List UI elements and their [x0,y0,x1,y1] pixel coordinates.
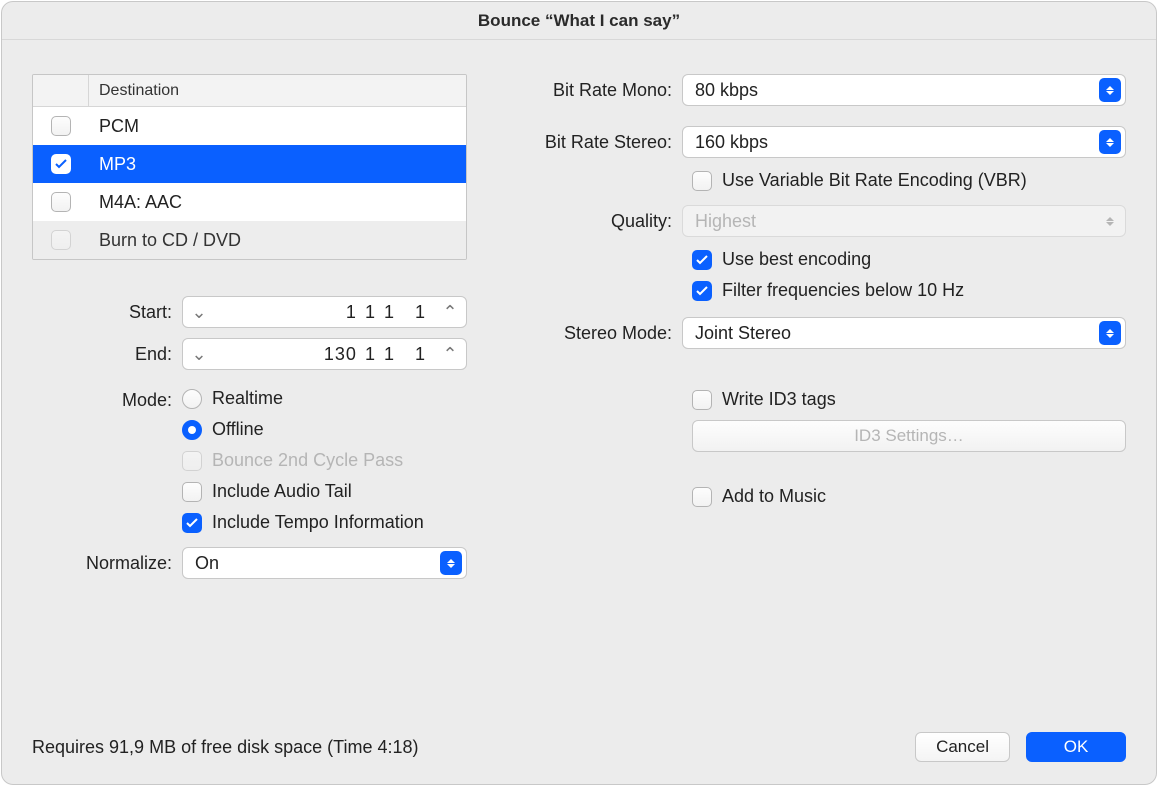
normalize-value: On [195,553,440,574]
destination-row-pcm[interactable]: PCM [33,107,466,145]
stereo-mode-value: Joint Stereo [695,323,1099,344]
mode-realtime-label: Realtime [212,388,283,409]
end-stepper[interactable]: ⌄ 13011 1 ⌃ [182,338,467,370]
include-audio-tail-label: Include Audio Tail [212,481,352,502]
vbr-check[interactable]: Use Variable Bit Rate Encoding (VBR) [692,170,1126,191]
check-add-to-music[interactable] [692,487,712,507]
bitrate-stereo-select[interactable]: 160 kbps [682,126,1126,158]
bounce-dialog: Bounce “What I can say” Destination PCM … [1,1,1157,785]
bitrate-mono-label: Bit Rate Mono: [507,80,682,101]
best-encoding-check[interactable]: Use best encoding [692,249,1126,270]
mode-offline[interactable]: Offline [182,419,424,440]
chevron-down-icon[interactable]: ⌄ [189,344,209,365]
end-label: End: [32,344,182,365]
stereo-mode-row: Stereo Mode: Joint Stereo [507,317,1126,349]
disk-space-status: Requires 91,9 MB of free disk space (Tim… [32,737,419,758]
left-column: Destination PCM MP3 M4A: AAC Burn to CD … [32,74,467,694]
check-vbr[interactable] [692,171,712,191]
chevron-down-icon[interactable]: ⌄ [189,302,209,323]
stereo-mode-label: Stereo Mode: [507,323,682,344]
write-id3-label: Write ID3 tags [722,389,836,410]
normalize-row: Normalize: On [32,547,467,579]
radio-offline[interactable] [182,420,202,440]
destination-check-m4a[interactable] [51,192,71,212]
chevron-up-icon[interactable]: ⌃ [440,302,460,323]
destination-row-mp3[interactable]: MP3 [33,145,466,183]
check-best-encoding[interactable] [692,250,712,270]
id3-settings-label: ID3 Settings… [854,426,964,446]
destination-header-label: Destination [89,82,179,100]
mode-label: Mode: [32,388,182,411]
destination-check-burn [51,230,71,250]
bounce-2nd-pass: Bounce 2nd Cycle Pass [182,450,424,471]
bitrate-mono-row: Bit Rate Mono: 80 kbps [507,74,1126,106]
destination-label-m4a: M4A: AAC [89,192,182,213]
start-row: Start: ⌄ 111 1 ⌃ [32,296,467,328]
add-to-music-label: Add to Music [722,486,826,507]
start-label: Start: [32,302,182,323]
dialog-footer: Requires 91,9 MB of free disk space (Tim… [2,714,1156,784]
destination-label-mp3: MP3 [89,154,136,175]
mode-row: Mode: Realtime Offline Bounc [32,388,467,533]
destination-row-burn: Burn to CD / DVD [33,221,466,259]
right-column: Bit Rate Mono: 80 kbps Bit Rate Stereo: … [507,74,1126,694]
write-id3-check[interactable]: Write ID3 tags [692,389,1126,410]
destination-header: Destination [33,75,466,107]
check-2nd-pass [182,451,202,471]
updown-icon[interactable] [1099,321,1121,345]
include-audio-tail[interactable]: Include Audio Tail [182,481,424,502]
filter-10hz-check[interactable]: Filter frequencies below 10 Hz [692,280,1126,301]
normalize-select[interactable]: On [182,547,467,579]
bitrate-mono-value: 80 kbps [695,80,1099,101]
bitrate-mono-select[interactable]: 80 kbps [682,74,1126,106]
quality-select: Highest [682,205,1126,237]
updown-icon[interactable] [1099,130,1121,154]
cancel-button[interactable]: Cancel [915,732,1010,762]
end-value[interactable]: 13011 1 [209,344,440,365]
mode-realtime[interactable]: Realtime [182,388,424,409]
updown-icon[interactable] [440,551,462,575]
mode-offline-label: Offline [212,419,264,440]
start-stepper[interactable]: ⌄ 111 1 ⌃ [182,296,467,328]
bounce-2nd-pass-label: Bounce 2nd Cycle Pass [212,450,403,471]
quality-value: Highest [695,211,1099,232]
bitrate-stereo-row: Bit Rate Stereo: 160 kbps [507,126,1126,158]
dialog-content: Destination PCM MP3 M4A: AAC Burn to CD … [2,40,1156,714]
destination-label-pcm: PCM [89,116,139,137]
filter-10hz-label: Filter frequencies below 10 Hz [722,280,964,301]
add-to-music-check[interactable]: Add to Music [692,486,1126,507]
stereo-mode-select[interactable]: Joint Stereo [682,317,1126,349]
id3-settings-button: ID3 Settings… [692,420,1126,452]
quality-row: Quality: Highest [507,205,1126,237]
updown-icon[interactable] [1099,78,1121,102]
vbr-label: Use Variable Bit Rate Encoding (VBR) [722,170,1027,191]
end-row: End: ⌄ 13011 1 ⌃ [32,338,467,370]
include-tempo-info[interactable]: Include Tempo Information [182,512,424,533]
dialog-title: Bounce “What I can say” [2,2,1156,40]
destination-table: Destination PCM MP3 M4A: AAC Burn to CD … [32,74,467,260]
ok-button[interactable]: OK [1026,732,1126,762]
updown-icon [1099,209,1121,233]
radio-realtime[interactable] [182,389,202,409]
destination-check-mp3[interactable] [51,154,71,174]
start-value[interactable]: 111 1 [209,302,440,323]
check-audio-tail[interactable] [182,482,202,502]
check-tempo-info[interactable] [182,513,202,533]
bitrate-stereo-label: Bit Rate Stereo: [507,132,682,153]
normalize-label: Normalize: [32,553,182,574]
check-write-id3[interactable] [692,390,712,410]
check-filter-10hz[interactable] [692,281,712,301]
bitrate-stereo-value: 160 kbps [695,132,1099,153]
best-encoding-label: Use best encoding [722,249,871,270]
quality-label: Quality: [507,211,682,232]
destination-label-burn: Burn to CD / DVD [89,230,241,251]
destination-check-pcm[interactable] [51,116,71,136]
include-tempo-info-label: Include Tempo Information [212,512,424,533]
chevron-up-icon[interactable]: ⌃ [440,344,460,365]
destination-row-m4a[interactable]: M4A: AAC [33,183,466,221]
